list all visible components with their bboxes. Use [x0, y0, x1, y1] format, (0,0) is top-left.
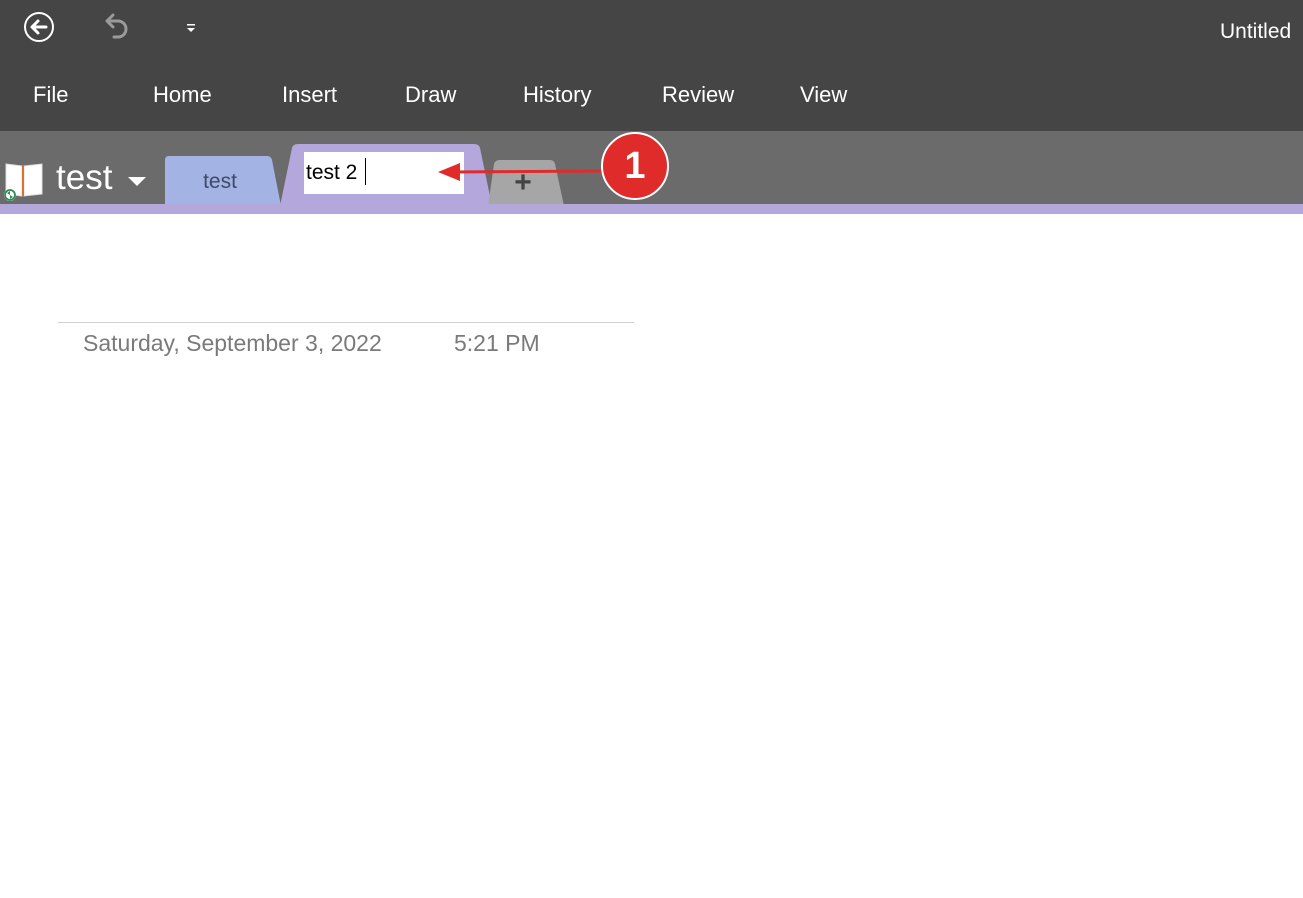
callout-number: 1 [624, 144, 646, 187]
